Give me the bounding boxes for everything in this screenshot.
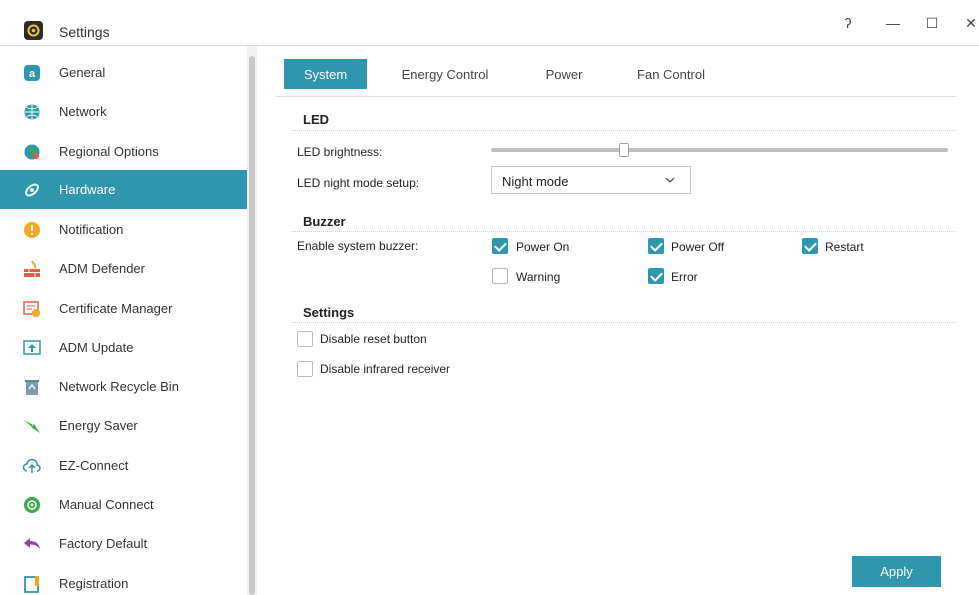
tab-system[interactable]: System	[284, 59, 367, 89]
sidebar-item-factory-default[interactable]: Factory Default	[0, 524, 247, 563]
power-on-checkbox[interactable]	[492, 238, 508, 254]
led-section-title: LED	[303, 112, 329, 127]
sidebar-item-energy-saver[interactable]: Energy Saver	[0, 406, 247, 445]
general-icon: a	[22, 63, 42, 83]
update-icon	[22, 338, 42, 358]
sidebar-item-notification[interactable]: Notification	[0, 210, 247, 249]
chevron-down-icon	[664, 173, 676, 190]
led-brightness-label: LED brightness:	[297, 145, 383, 159]
power-off-label: Power Off	[671, 240, 725, 254]
settings-divider	[292, 322, 956, 323]
certificate-icon	[22, 299, 42, 319]
led-brightness-slider[interactable]	[491, 148, 948, 152]
sidebar-item-hardware[interactable]: Hardware	[0, 170, 247, 209]
tab-energy-control[interactable]: Energy Control	[390, 59, 500, 89]
sidebar-item-adm-update[interactable]: ADM Update	[0, 328, 247, 367]
hardware-icon	[22, 180, 42, 200]
disable-reset-button-checkbox[interactable]	[297, 331, 313, 347]
registration-icon	[22, 574, 42, 594]
sidebar-item-network[interactable]: Network	[0, 92, 247, 131]
sidebar-item-ez-connect[interactable]: EZ-Connect	[0, 446, 247, 485]
notification-icon	[22, 220, 42, 240]
energy-icon	[22, 416, 42, 436]
led-divider	[292, 130, 956, 131]
sidebar-item-network-recycle-bin[interactable]: Network Recycle Bin	[0, 367, 247, 406]
help-button[interactable]: ʔ	[834, 12, 862, 34]
warning-checkbox[interactable]	[492, 268, 508, 284]
sidebar-item-regional-options[interactable]: Regional Options	[0, 132, 247, 171]
led-night-mode-value: Night mode	[502, 174, 569, 189]
sidebar-item-manual-connect[interactable]: Manual Connect	[0, 485, 247, 524]
error-checkbox[interactable]	[648, 268, 664, 284]
sidebar-item-general[interactable]: a General	[0, 53, 247, 92]
tab-bar: System Energy Control Power Fan Control	[276, 47, 956, 97]
sidebar-scrollbar-thumb[interactable]	[249, 56, 255, 595]
cloud-upload-icon	[22, 456, 42, 476]
restart-checkbox[interactable]	[802, 238, 818, 254]
manual-connect-icon	[22, 495, 42, 515]
buzzer-label: Enable system buzzer:	[297, 239, 419, 253]
power-off-checkbox[interactable]	[648, 238, 664, 254]
disable-reset-button-label: Disable reset button	[320, 332, 427, 346]
power-on-label: Power On	[516, 240, 570, 254]
error-label: Error	[671, 270, 698, 284]
warning-label: Warning	[516, 270, 561, 284]
title-bar: Settings ʔ — ☐ ✕	[0, 0, 979, 46]
led-night-mode-label: LED night mode setup:	[297, 176, 420, 190]
restart-label: Restart	[825, 240, 864, 254]
undo-icon	[22, 534, 42, 554]
disable-infrared-receiver-checkbox[interactable]	[297, 361, 313, 377]
tab-power[interactable]: Power	[534, 59, 594, 89]
sidebar-item-adm-defender[interactable]: ADM Defender	[0, 249, 247, 288]
maximize-button[interactable]: ☐	[918, 12, 946, 34]
regional-icon	[22, 142, 42, 162]
svg-text:a: a	[29, 68, 36, 80]
apply-button[interactable]: Apply	[852, 556, 941, 587]
tab-fan-control[interactable]: Fan Control	[626, 59, 716, 89]
buzzer-section-title: Buzzer	[303, 214, 346, 229]
sidebar-item-certificate-manager[interactable]: Certificate Manager	[0, 289, 247, 328]
globe-icon	[22, 102, 42, 122]
recycle-bin-icon	[22, 377, 42, 397]
window-title: Settings	[59, 24, 110, 40]
minimize-button[interactable]: —	[879, 12, 907, 34]
sidebar: a General Network Regional Options Hardw…	[0, 46, 247, 595]
led-brightness-slider-handle[interactable]	[618, 143, 629, 157]
settings-section-title: Settings	[303, 305, 355, 320]
led-night-mode-select[interactable]: Night mode	[491, 166, 691, 194]
disable-infrared-receiver-label: Disable infrared receiver	[320, 362, 451, 376]
close-button[interactable]: ✕	[957, 12, 979, 34]
firewall-icon	[22, 259, 42, 279]
settings-app-icon	[24, 21, 43, 40]
buzzer-divider	[292, 231, 956, 232]
sidebar-item-registration[interactable]: Registration	[0, 564, 247, 595]
